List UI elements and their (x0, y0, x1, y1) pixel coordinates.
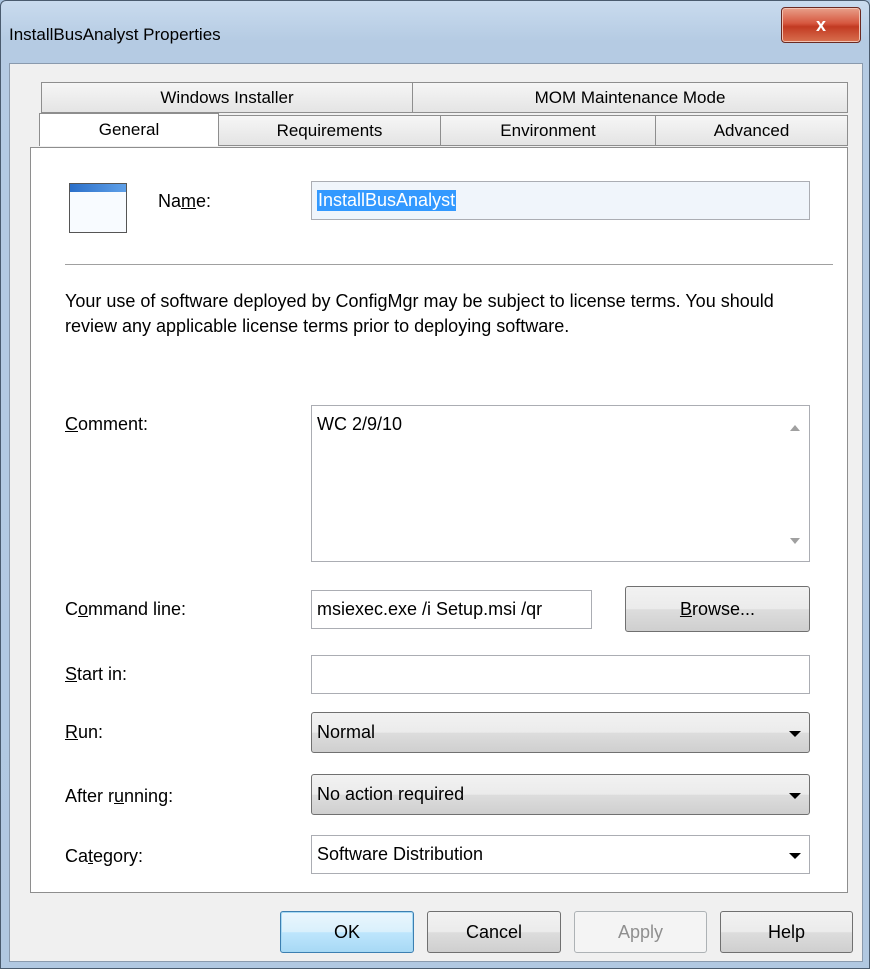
icon-titlebar (70, 184, 126, 192)
name-input[interactable]: InstallBusAnalyst (311, 181, 810, 220)
license-notice: Your use of software deployed by ConfigM… (65, 291, 774, 336)
properties-window: InstallBusAnalyst Properties x Windows I… (0, 0, 870, 969)
run-value: Normal (317, 722, 376, 742)
tab-label: Windows Installer (160, 87, 294, 107)
cancel-button[interactable]: Cancel (427, 911, 561, 953)
help-label: Help (767, 921, 806, 942)
apply-button[interactable]: Apply (574, 911, 707, 953)
ok-label: OK (333, 921, 360, 942)
run-dropdown[interactable]: Normal (311, 712, 810, 753)
comment-textarea[interactable]: WC 2/9/10 (311, 405, 810, 562)
tab-general[interactable]: General (39, 113, 219, 146)
tab-label: Advanced (713, 120, 790, 140)
start-in-input[interactable] (311, 655, 810, 694)
tab-mom-maintenance-mode[interactable]: MOM Maintenance Mode (412, 82, 848, 113)
command-line-label: Command line: (65, 599, 187, 619)
command-line-value: msiexec.exe /i Setup.msi /qr (317, 599, 543, 619)
help-button[interactable]: Help (720, 911, 853, 953)
tab-environment[interactable]: Environment (440, 115, 656, 146)
close-button[interactable]: x (781, 7, 861, 43)
comment-value: WC 2/9/10 (317, 414, 403, 434)
category-value: Software Distribution (317, 844, 484, 864)
scroll-up-icon[interactable] (790, 425, 800, 431)
browse-button[interactable]: Browse... (625, 586, 810, 632)
command-line-input[interactable]: msiexec.exe /i Setup.msi /qr (311, 590, 592, 629)
browse-label: rowse... (691, 598, 756, 619)
after-running-dropdown[interactable]: No action required (311, 774, 810, 815)
tab-label: Environment (500, 120, 596, 140)
browse-label-accel: B (679, 598, 692, 619)
name-label: Name: (158, 191, 212, 211)
comment-label: Comment: (65, 414, 149, 434)
title-bar[interactable]: InstallBusAnalyst Properties x (1, 1, 869, 63)
tab-windows-installer[interactable]: Windows Installer (41, 82, 413, 113)
tab-label: General (98, 120, 160, 139)
chevron-down-icon (789, 792, 801, 799)
comment-scrollbar[interactable] (780, 407, 808, 560)
separator (65, 264, 833, 266)
run-label: Run: (65, 722, 104, 742)
ok-button[interactable]: OK (280, 911, 414, 953)
tab-requirements[interactable]: Requirements (218, 115, 441, 146)
name-value: InstallBusAnalyst (317, 190, 457, 211)
application-window-icon (69, 183, 127, 233)
category-label: Category: (65, 846, 144, 866)
after-running-value: No action required (317, 784, 465, 804)
close-icon: x (815, 14, 826, 35)
tab-advanced[interactable]: Advanced (655, 115, 848, 146)
category-dropdown[interactable]: Software Distribution (311, 835, 810, 874)
after-running-label: After running: (65, 786, 174, 806)
scroll-down-icon[interactable] (790, 538, 800, 544)
cancel-label: Cancel (465, 921, 523, 942)
start-in-label: Start in: (65, 664, 128, 684)
window-title: InstallBusAnalyst Properties (9, 25, 221, 44)
chevron-down-icon (789, 852, 801, 859)
chevron-down-icon (789, 730, 801, 737)
tab-label: Requirements (276, 120, 383, 140)
tab-label: MOM Maintenance Mode (534, 87, 726, 107)
apply-label: Apply (617, 921, 664, 942)
